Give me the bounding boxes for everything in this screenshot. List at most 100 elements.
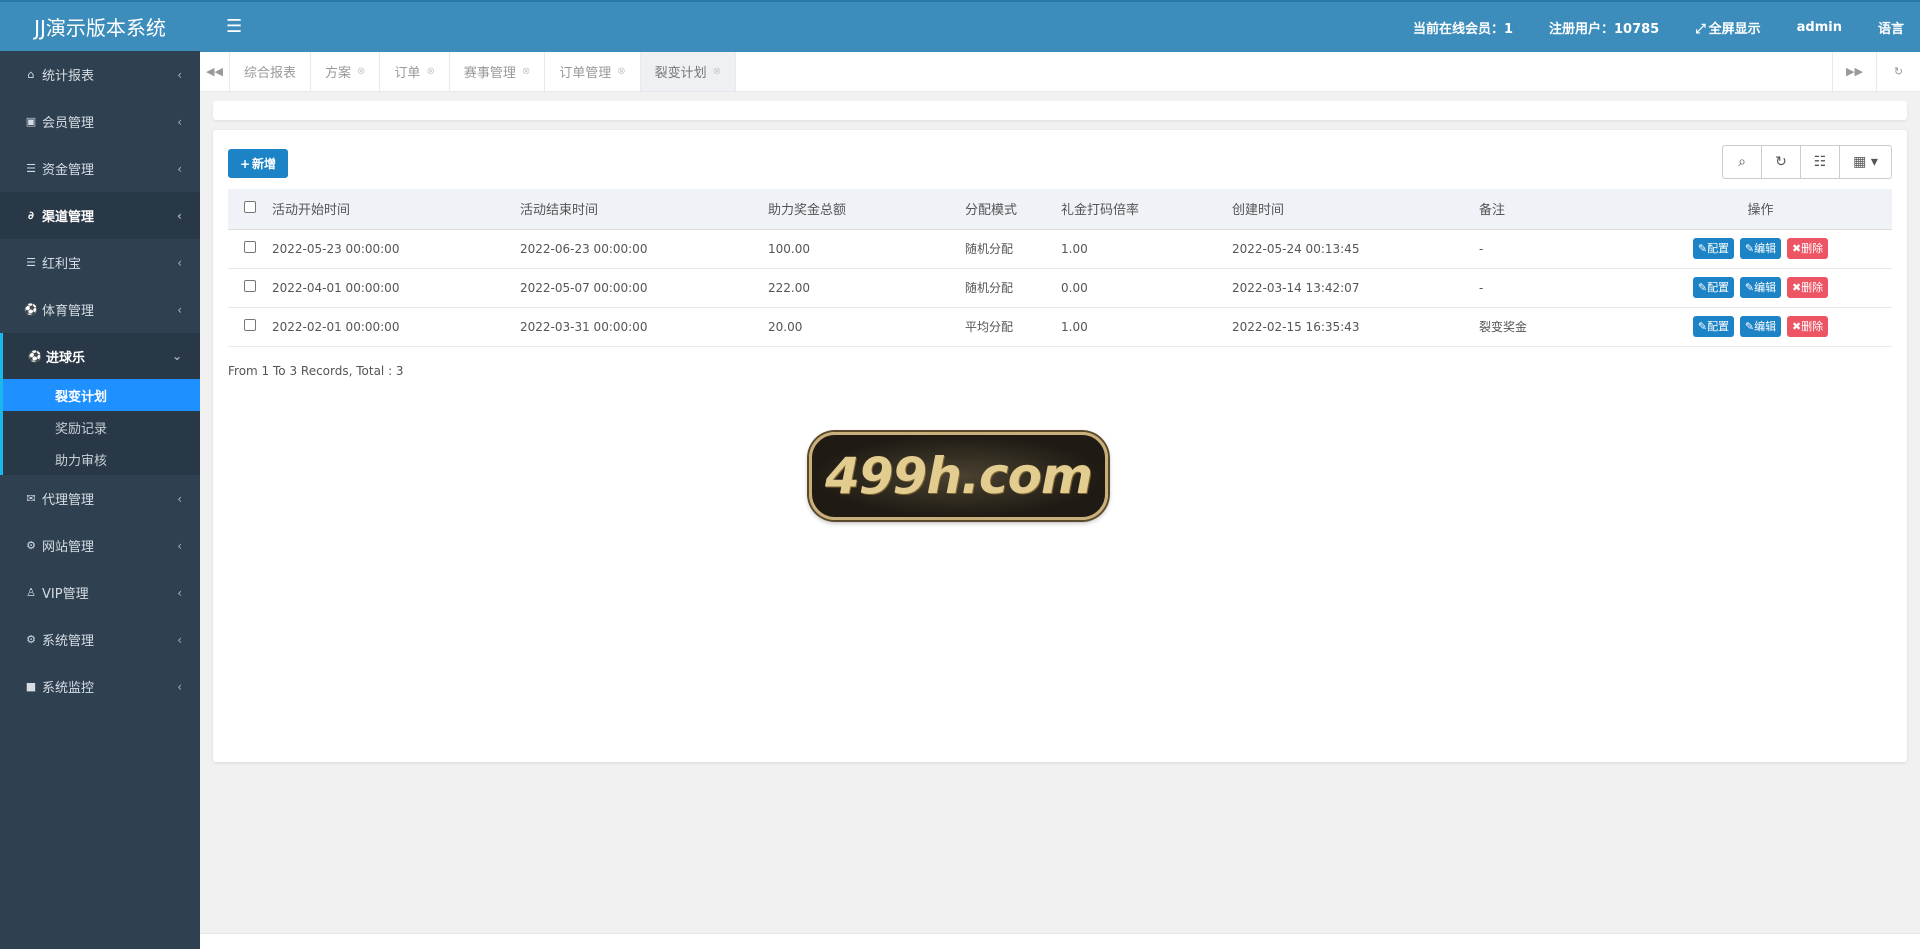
sidebar: JJ演示版本系统 ⌂ 统计报表 ‹ ▣ 会员管理 ‹ ☰ 资金管理 ‹ ∂ 渠道… (0, 0, 200, 949)
sidebar-item-monitor[interactable]: ■ 系统监控 ‹ (0, 663, 200, 710)
envelope-icon: ✉ (26, 492, 36, 505)
hamburger-icon[interactable]: ☰ (226, 16, 242, 37)
column-header[interactable]: 活动结束时间 (520, 189, 768, 230)
column-header[interactable]: 助力奖金总额 (768, 189, 965, 230)
fullscreen-button[interactable]: ⤢ 全屏显示 (1695, 18, 1760, 37)
select-all-checkbox-cell (228, 189, 272, 230)
database-icon: ☰ (26, 162, 36, 175)
sidebar-item-label: 渠道管理 (42, 210, 95, 225)
sidebar-item-label: 资金管理 (42, 163, 95, 178)
close-icon[interactable]: ⊗ (426, 66, 434, 77)
sidebar-item-label: 网站管理 (42, 540, 95, 555)
delete-button[interactable]: ✖删除 (1786, 316, 1829, 337)
search-panel (213, 101, 1907, 120)
column-header[interactable]: 备注 (1479, 189, 1629, 230)
sidebar-item-members[interactable]: ▣ 会员管理 ‹ (0, 98, 200, 145)
language-menu[interactable]: 语言 (1878, 18, 1904, 37)
toggle-view-button[interactable]: ☷ (1801, 146, 1840, 178)
sidebar-item-label: 统计报表 (42, 69, 95, 84)
tabs-scroll-right-button[interactable]: ▶▶ (1832, 52, 1876, 91)
tab-overview-report[interactable]: 综合报表 (230, 52, 312, 91)
tab-fission-plan[interactable]: 裂变计划 ⊗ (640, 52, 737, 91)
sidebar-subitem-rewards[interactable]: 奖励记录 (3, 411, 200, 443)
sidebar-item-channels[interactable]: ∂ 渠道管理 ‹ (0, 192, 200, 239)
edit-button[interactable]: ✎编辑 (1739, 277, 1782, 298)
delete-button[interactable]: ✖删除 (1786, 277, 1829, 298)
cell-start: 2022-04-01 00:00:00 (272, 268, 520, 308)
fullscreen-label: 全屏显示 (1708, 21, 1761, 37)
row-checkbox[interactable] (244, 280, 256, 292)
config-button[interactable]: ✎配置 (1692, 238, 1735, 259)
column-header[interactable]: 分配模式 (965, 189, 1061, 230)
chevron-down-icon: ⌄ (171, 349, 182, 363)
edit-button[interactable]: ✎编辑 (1739, 238, 1782, 259)
sidebar-item-sports[interactable]: ⚽ 体育管理 ‹ (0, 286, 200, 333)
sidebar-item-bonus[interactable]: ☰ 红利宝 ‹ (0, 239, 200, 286)
close-icon[interactable]: ⊗ (713, 66, 721, 77)
tab-order-management[interactable]: 订单管理 ⊗ (545, 52, 641, 91)
sidebar-item-vip[interactable]: ♙ VIP管理 ‹ (0, 569, 200, 616)
cell-total: 222.00 (768, 268, 965, 308)
sidebar-item-agents[interactable]: ✉ 代理管理 ‹ (0, 475, 200, 522)
row-checkbox-cell (228, 268, 272, 308)
user-menu[interactable]: admin (1797, 20, 1842, 35)
close-icon[interactable]: ⊗ (522, 66, 530, 77)
delete-label: 删除 (1801, 320, 1824, 333)
close-icon[interactable]: ⊗ (357, 66, 365, 77)
tab-plan[interactable]: 方案 ⊗ (311, 52, 381, 91)
edit-icon: ✎ (1697, 242, 1708, 255)
database-icon: ☰ (26, 256, 36, 269)
columns-button[interactable]: ▦ ▾ (1840, 146, 1891, 178)
row-checkbox-cell (228, 229, 272, 269)
column-header[interactable]: 创建时间 (1232, 189, 1479, 230)
cell-rate: 1.00 (1061, 229, 1232, 269)
delete-button[interactable]: ✖删除 (1786, 238, 1829, 259)
expand-icon: ⤢ (1695, 21, 1706, 37)
cell-rate: 0.00 (1061, 268, 1232, 308)
double-chevron-left-icon: ◀◀ (206, 65, 223, 78)
cell-end: 2022-03-31 00:00:00 (520, 307, 768, 347)
close-icon[interactable]: ⊗ (617, 66, 625, 77)
cell-mode: 平均分配 (965, 307, 1061, 347)
tab-events[interactable]: 赛事管理 ⊗ (450, 52, 546, 91)
tabs-refresh-button[interactable]: ↻ (1876, 52, 1920, 91)
row-checkbox[interactable] (244, 319, 256, 331)
cell-created: 2022-05-24 00:13:45 (1232, 229, 1479, 269)
edit-icon: ✎ (1697, 281, 1708, 294)
refresh-button[interactable]: ↻ (1762, 146, 1801, 178)
select-all-checkbox[interactable] (244, 200, 256, 213)
header-right: 当前在线会员：1 注册用户：10785 ⤢ 全屏显示 admin 语言 (1413, 2, 1920, 52)
brand-logo: 499h.com (809, 432, 1108, 520)
chevron-left-icon: ‹ (177, 114, 182, 129)
config-button[interactable]: ✎配置 (1692, 277, 1735, 298)
soccer-ball-icon: ⚽ (28, 349, 42, 363)
sidebar-item-label: 进球乐 (46, 350, 86, 366)
cell-note: - (1479, 229, 1629, 269)
tab-orders[interactable]: 订单 ⊗ (380, 52, 450, 91)
column-header[interactable]: 礼金打码倍率 (1061, 189, 1232, 230)
column-header[interactable]: 活动开始时间 (272, 189, 520, 230)
submenu-goals: 裂变计划 奖励记录 助力审核 (0, 379, 200, 475)
chevron-left-icon: ‹ (177, 255, 182, 270)
sidebar-item-system[interactable]: ⚙ 系统管理 ‹ (0, 616, 200, 663)
tab-label: 订单 (394, 66, 421, 81)
cell-actions: ✎配置 ✎编辑 ✖删除 (1629, 229, 1892, 269)
chevron-left-icon: ‹ (177, 67, 182, 82)
edit-label: 编辑 (1754, 320, 1777, 333)
video-camera-icon: ■ (25, 680, 37, 693)
sidebar-item-goals[interactable]: ⚽ 进球乐 ⌄ (0, 333, 200, 379)
add-button[interactable]: + 新增 (228, 149, 288, 178)
sidebar-subitem-review[interactable]: 助力审核 (3, 443, 200, 475)
edit-button[interactable]: ✎编辑 (1739, 316, 1782, 337)
cell-end: 2022-05-07 00:00:00 (520, 268, 768, 308)
user-card-icon: ▣ (25, 115, 37, 128)
sidebar-item-stats[interactable]: ⌂ 统计报表 ‹ (0, 51, 200, 98)
sidebar-item-funds[interactable]: ☰ 资金管理 ‹ (0, 145, 200, 192)
tabs-scroll-left-button[interactable]: ◀◀ (200, 52, 230, 91)
row-checkbox[interactable] (244, 241, 256, 253)
sidebar-subitem-fission-plan[interactable]: 裂变计划 (3, 379, 200, 411)
x-icon: ✖ (1791, 242, 1802, 255)
search-toggle-button[interactable]: ⌕ (1723, 146, 1762, 178)
config-button[interactable]: ✎配置 (1692, 316, 1735, 337)
sidebar-item-website[interactable]: ⚙ 网站管理 ‹ (0, 522, 200, 569)
